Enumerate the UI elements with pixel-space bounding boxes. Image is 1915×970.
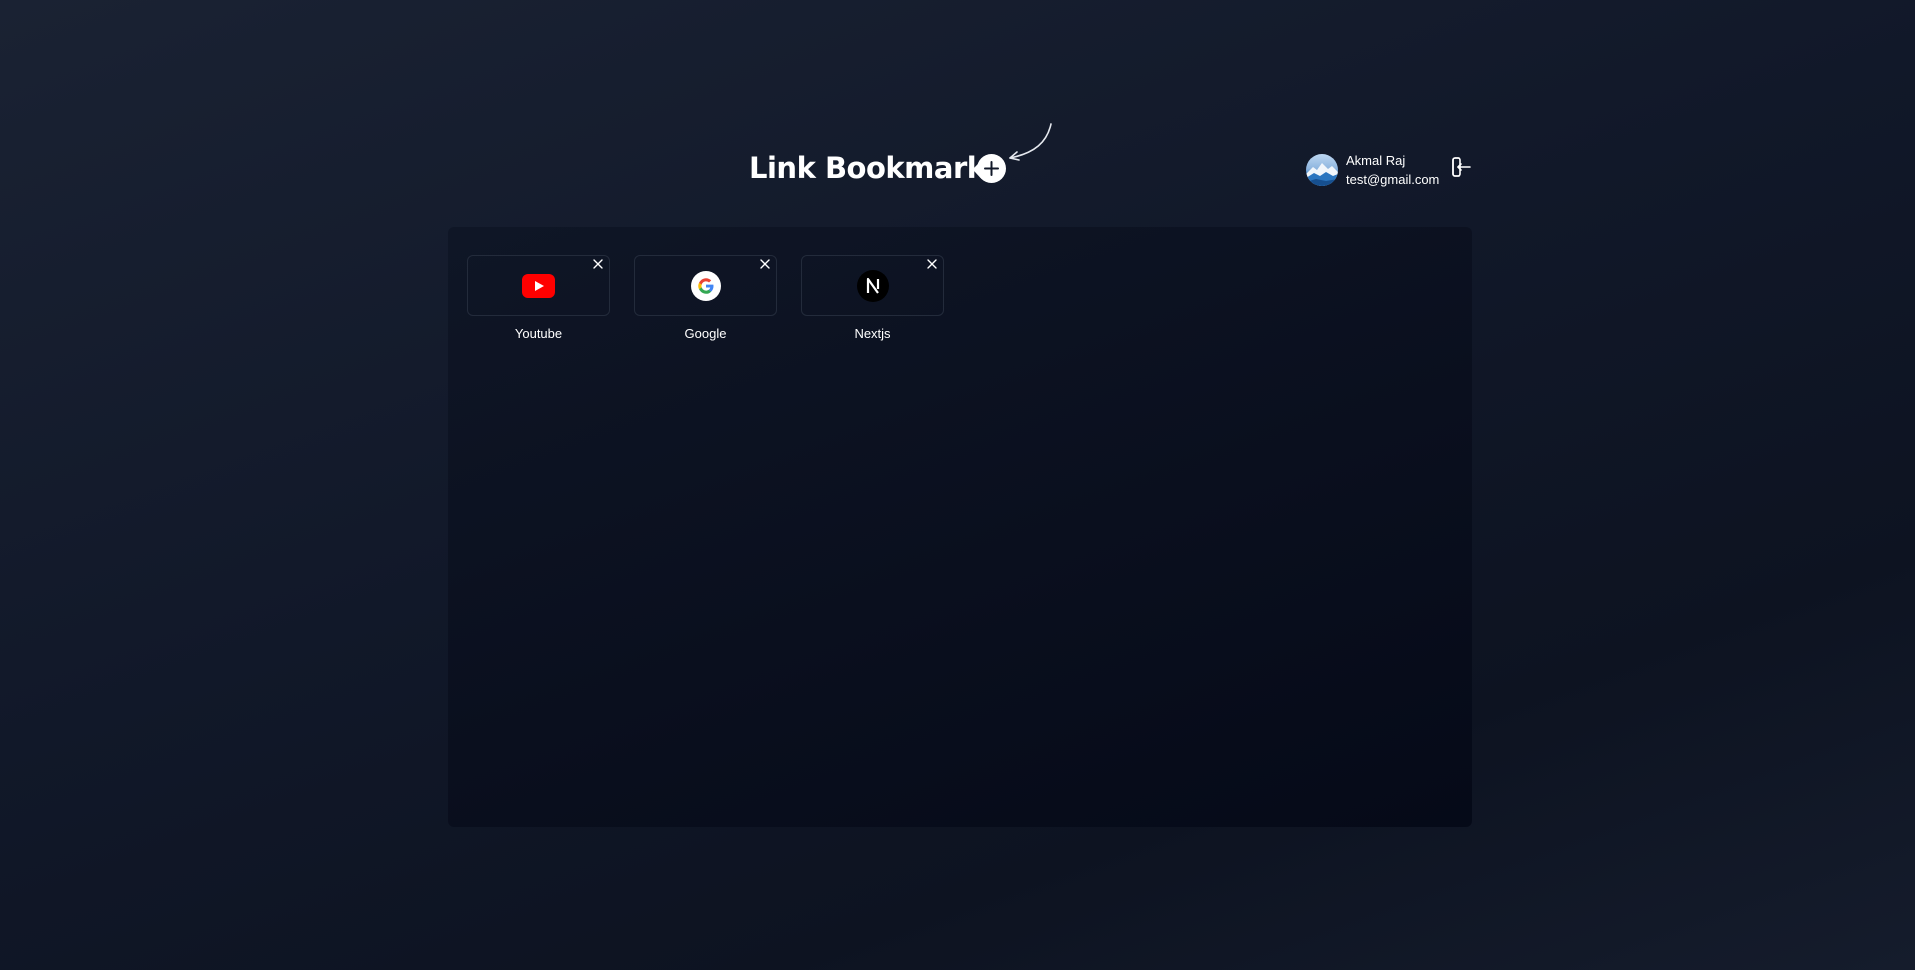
nextjs-icon	[856, 269, 889, 302]
bookmark-tile-nextjs: Nextjs	[801, 255, 944, 341]
page-title: Link Bookmark	[749, 151, 986, 185]
bookmark-tile-google: Google	[634, 255, 777, 341]
bookmarks-panel: Youtube Google Nextjs	[448, 227, 1472, 827]
avatar[interactable]	[1306, 154, 1338, 186]
user-name: Akmal Raj	[1346, 153, 1406, 168]
logout-icon	[1452, 157, 1471, 177]
page-title-wrap: Link Bookmark	[749, 148, 986, 188]
close-icon	[593, 259, 603, 269]
remove-bookmark-button[interactable]	[590, 256, 606, 272]
user-email: test@gmail.com	[1346, 172, 1440, 187]
avatar-image	[1306, 163, 1338, 186]
bookmark-label[interactable]: Nextjs	[801, 326, 944, 341]
bookmark-label[interactable]: Youtube	[467, 326, 610, 341]
bookmark-card[interactable]	[634, 255, 777, 316]
bookmark-card[interactable]	[467, 255, 610, 316]
youtube-icon	[522, 273, 555, 298]
plus-icon	[984, 161, 999, 176]
logout-button[interactable]	[1449, 155, 1473, 179]
add-bookmark-button[interactable]	[977, 154, 1006, 183]
bookmark-card[interactable]	[801, 255, 944, 316]
google-icon	[690, 270, 721, 301]
user-profile: Akmal Raj test@gmail.com	[1306, 151, 1439, 189]
close-icon	[760, 259, 770, 269]
remove-bookmark-button[interactable]	[757, 256, 773, 272]
bookmark-tile-youtube: Youtube	[467, 255, 610, 341]
curved-arrow-icon	[1009, 123, 1052, 161]
user-details: Akmal Raj test@gmail.com	[1346, 151, 1439, 189]
close-icon	[927, 259, 937, 269]
remove-bookmark-button[interactable]	[924, 256, 940, 272]
bookmark-label[interactable]: Google	[634, 326, 777, 341]
